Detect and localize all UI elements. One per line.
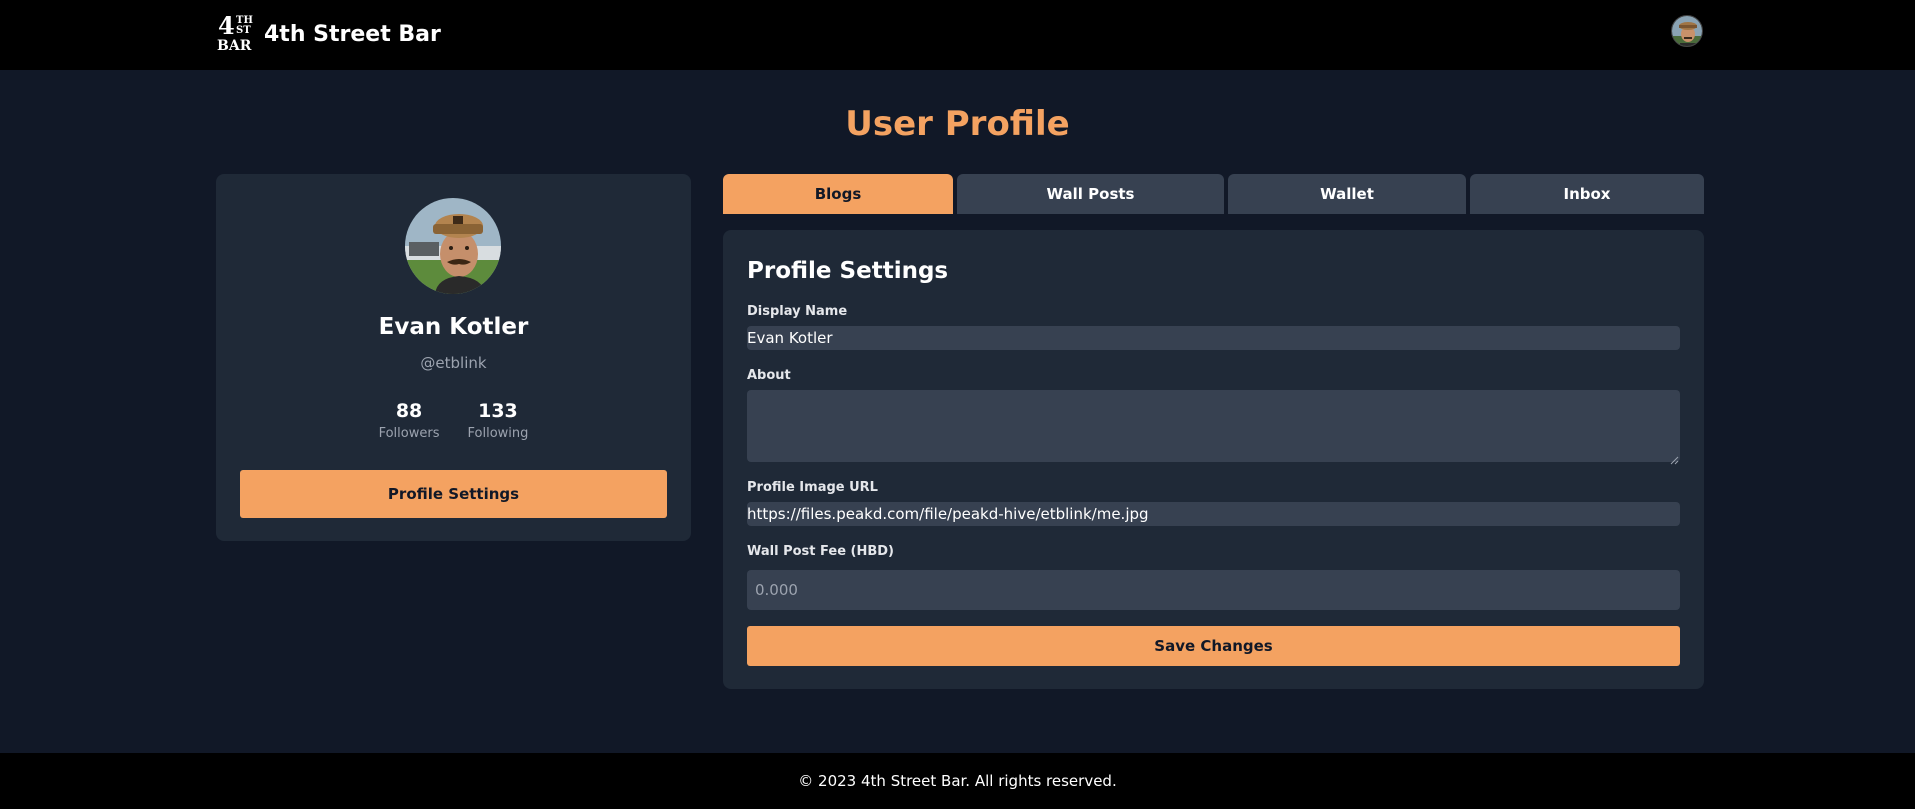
profile-card: Evan Kotler @etblink 88 Followers 133 Fo… <box>216 174 691 541</box>
profile-settings-button[interactable]: Profile Settings <box>240 470 667 518</box>
image-url-label: Profile Image URL <box>747 480 878 495</box>
user-avatar-button[interactable] <box>1671 15 1703 47</box>
wall-post-fee-label: Wall Post Fee (HBD) <box>747 544 894 559</box>
about-label: About <box>747 368 791 383</box>
image-url-input[interactable]: https://files.peakd.com/file/peakd-hive/… <box>747 502 1680 526</box>
profile-settings-panel: Profile Settings Display Name Evan Kotle… <box>723 230 1704 689</box>
tab-blogs[interactable]: Blogs <box>723 174 953 214</box>
followers-stat[interactable]: 88 Followers <box>379 400 440 441</box>
followers-label: Followers <box>378 426 440 441</box>
following-count: 133 <box>478 400 518 422</box>
display-name-input[interactable]: Evan Kotler <box>747 326 1680 350</box>
resize-grip-icon <box>1670 456 1679 465</box>
tab-wallet[interactable]: Wallet <box>1228 174 1466 214</box>
following-stat[interactable]: 133 Following <box>468 400 529 441</box>
profile-photo-icon <box>405 198 501 294</box>
footer-copyright: © 2023 4th Street Bar. All rights reserv… <box>0 753 1915 809</box>
textarea-resize-handle[interactable] <box>1669 450 1679 465</box>
tab-inbox[interactable]: Inbox <box>1470 174 1704 214</box>
user-avatar-icon <box>1672 16 1702 46</box>
page-title: User Profile <box>845 104 1070 144</box>
profile-handle: @etblink <box>420 354 487 372</box>
tab-wall-posts[interactable]: Wall Posts <box>957 174 1224 214</box>
following-label: Following <box>467 426 529 441</box>
save-changes-button[interactable]: Save Changes <box>747 626 1680 666</box>
display-name-label: Display Name <box>747 304 848 319</box>
profile-stats: 88 Followers 133 Following <box>216 400 691 441</box>
bar-logo-icon: 4 TH ST BAR <box>217 11 253 54</box>
brand-link[interactable]: 4 TH ST BAR 4th Street Bar <box>216 14 441 54</box>
about-textarea[interactable] <box>747 390 1680 462</box>
brand-name: 4th Street Bar <box>264 21 441 47</box>
followers-count: 88 <box>395 400 423 422</box>
wall-post-fee-input[interactable]: 0.000 <box>747 570 1680 610</box>
profile-name: Evan Kotler <box>378 314 529 340</box>
top-navbar: 4 TH ST BAR 4th Street Bar <box>0 0 1915 70</box>
profile-avatar <box>405 198 501 294</box>
settings-title: Profile Settings <box>747 258 949 284</box>
